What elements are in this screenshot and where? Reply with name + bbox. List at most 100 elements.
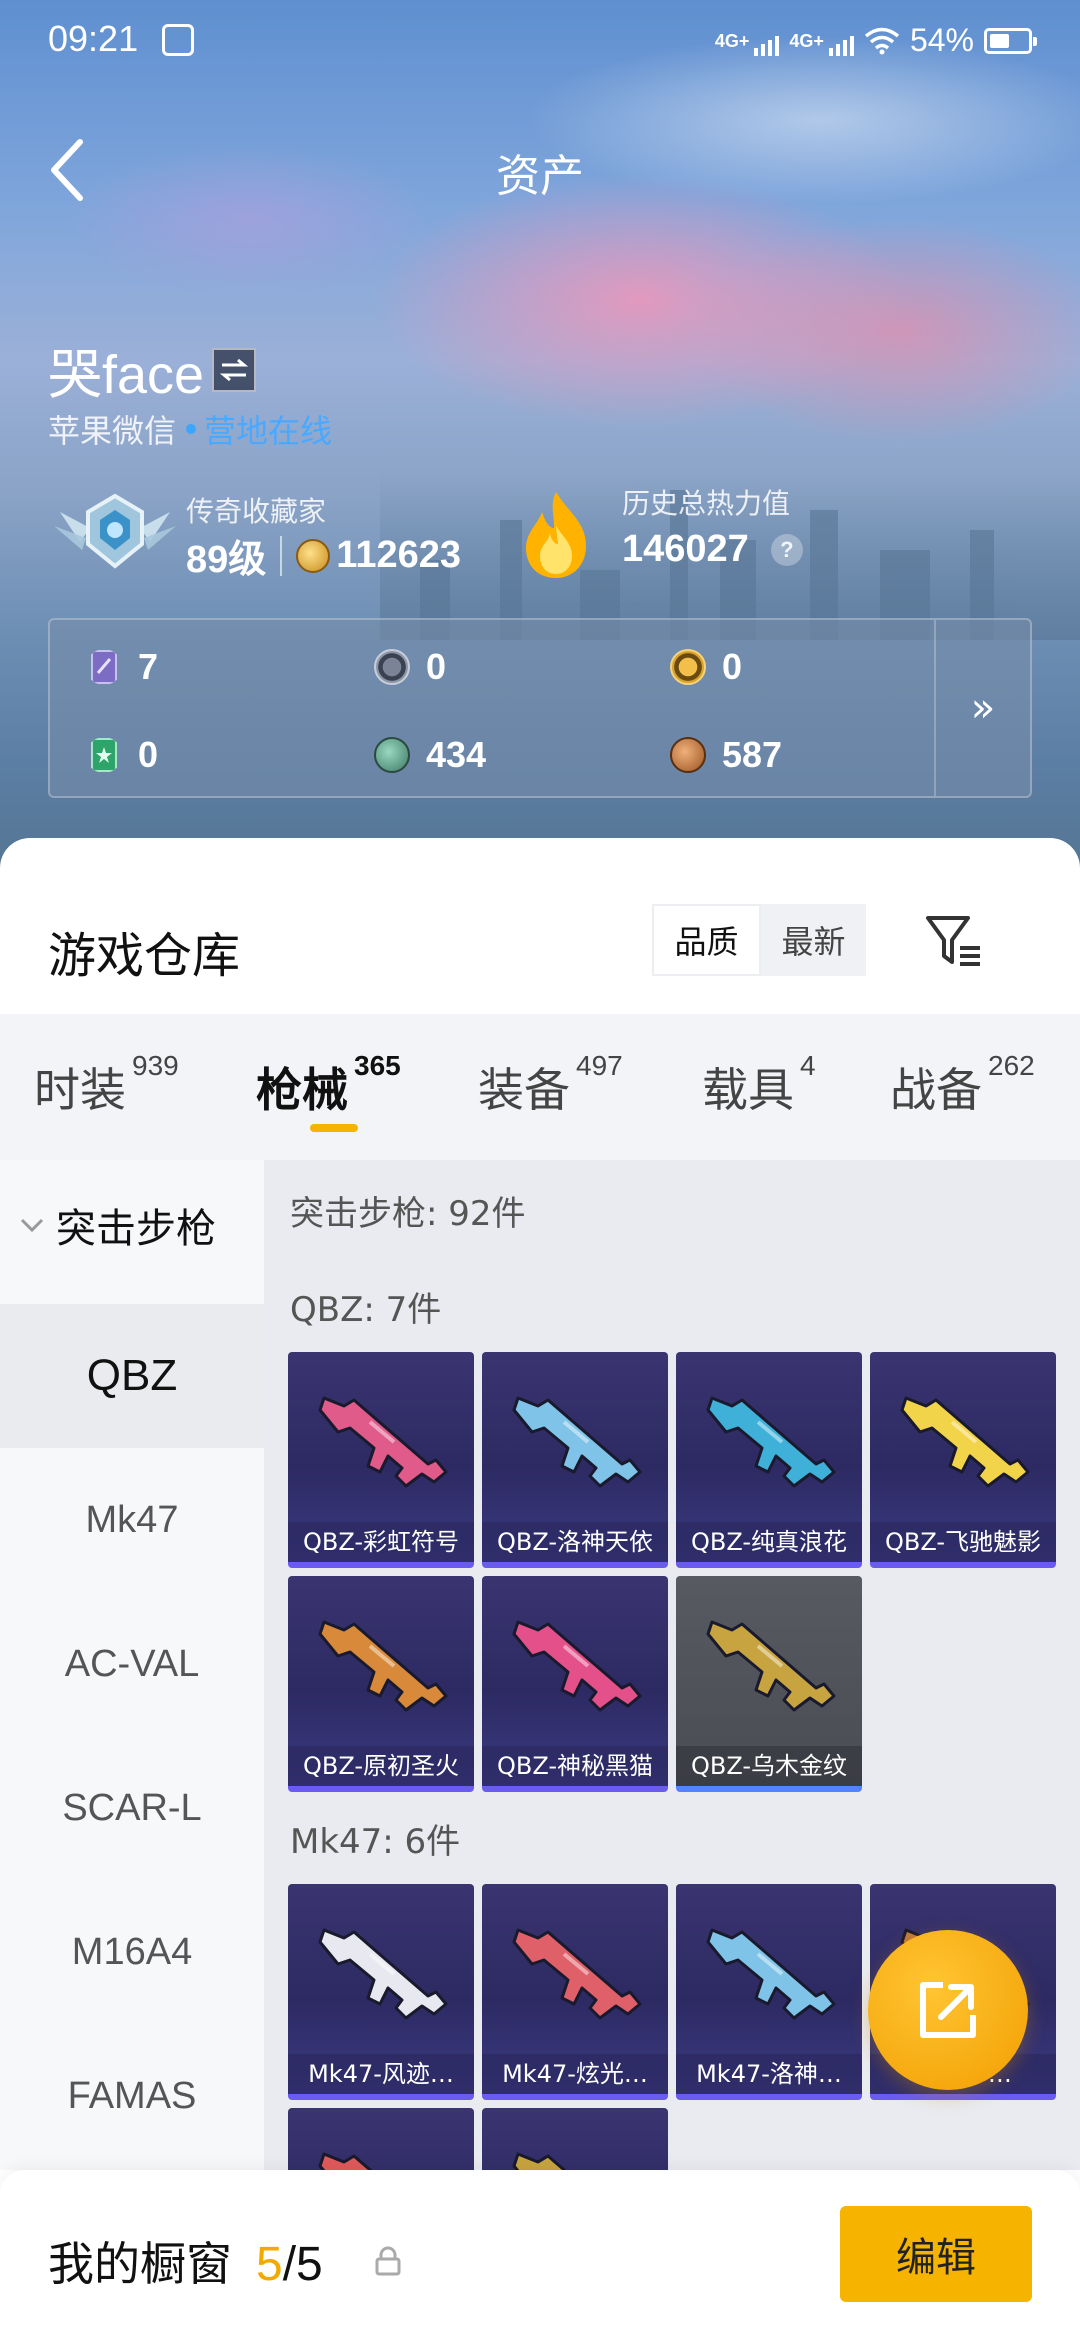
category-item-ac-val[interactable]: AC-VAL	[0, 1592, 264, 1736]
currency-panel[interactable]: 7 0 0 0 434 587 »	[48, 618, 1032, 798]
warehouse-title: 游戏仓库	[48, 928, 241, 984]
showcase-total: /5	[282, 2238, 323, 2291]
tab-count: 939	[132, 1050, 179, 1081]
share-button[interactable]	[868, 1930, 1028, 2090]
category-header[interactable]: 突击步枪	[18, 1196, 216, 1254]
tab-count: 365	[354, 1050, 401, 1081]
currency-value: 0	[722, 646, 743, 687]
currency-value: 0	[138, 734, 159, 775]
filter-icon[interactable]	[924, 914, 984, 970]
rifle-icon	[706, 1928, 836, 2020]
wifi-icon	[864, 27, 900, 54]
edit-button[interactable]: 编辑	[840, 2206, 1032, 2302]
tab-outfit[interactable]: 时装 939	[34, 1050, 179, 1120]
weapon-card[interactable]: QBZ-飞驰魅影	[870, 1352, 1056, 1568]
active-tab-indicator	[310, 1124, 358, 1132]
rifle-icon	[318, 1928, 448, 2020]
showcase-bar: 我的橱窗 5/5 编辑	[0, 2170, 1080, 2340]
sort-quality-button[interactable]: 品质	[652, 904, 761, 976]
weapon-card[interactable]	[482, 2108, 668, 2170]
battery-icon	[984, 27, 1037, 54]
bronze-coin-icon	[670, 737, 706, 773]
tab-label: 时装	[34, 1063, 126, 1117]
profile-name: 哭face	[48, 330, 257, 409]
currency-item: 7	[86, 646, 158, 688]
platform-label: 苹果微信	[48, 412, 177, 450]
tab-count: 497	[576, 1050, 623, 1081]
category-item-mk47[interactable]: Mk47	[0, 1448, 264, 1592]
rank-stats: 89级 112623	[186, 528, 461, 583]
tab-label: 载具	[702, 1063, 794, 1117]
weapon-card-label: Mk47-风迹…	[288, 2054, 474, 2094]
rifle-icon	[900, 1396, 1030, 1488]
online-status[interactable]: 营地在线	[204, 406, 332, 452]
weapon-card[interactable]: QBZ-原初圣火	[288, 1576, 474, 1792]
page-title: 资产	[496, 151, 584, 202]
weapon-card-label: QBZ-彩虹符号	[288, 1522, 474, 1562]
category-item-m16a4[interactable]: M16A4	[0, 1880, 264, 2024]
gold-coin-icon	[670, 649, 706, 685]
signal-icon: 4G+	[715, 32, 780, 56]
rifle-icon	[512, 1396, 642, 1488]
profile-name-text: 哭face	[48, 345, 205, 405]
weapon-card-label: QBZ-纯真浪花	[676, 1522, 862, 1562]
rifle-icon	[512, 2152, 567, 2170]
signal-icon-2: 4G+	[789, 32, 854, 56]
group-title-qbz: QBZ: 7件	[290, 1290, 442, 1330]
share-out-icon	[920, 1982, 976, 2038]
weapon-card[interactable]: QBZ-纯真浪花	[676, 1352, 862, 1568]
weapon-card[interactable]: Mk47-炫光…	[482, 1884, 668, 2100]
weapon-card[interactable]: QBZ-洛神天依	[482, 1352, 668, 1568]
chevron-down-icon	[20, 1218, 44, 1233]
weapon-card[interactable]: QBZ-神秘黑猫	[482, 1576, 668, 1792]
coin-value: 112623	[336, 534, 461, 576]
battery-percent: 54%	[909, 22, 974, 58]
group-title-mk47: Mk47: 6件	[290, 1822, 461, 1862]
tab-count: 4	[800, 1050, 816, 1081]
tab-label: 装备	[478, 1063, 570, 1117]
heat-value: 146027	[622, 528, 749, 570]
divider	[280, 535, 283, 576]
category-item-famas[interactable]: FAMAS	[0, 2024, 264, 2168]
weapon-card[interactable]: Mk47-风迹…	[288, 1884, 474, 2100]
currency-value: 434	[426, 734, 487, 775]
rifle-icon	[512, 1620, 642, 1712]
weapon-card-label: QBZ-原初圣火	[288, 1746, 474, 1786]
showcase-count: 5/5	[256, 2237, 323, 2292]
rifle-icon	[318, 2152, 373, 2170]
flame-icon	[526, 492, 586, 578]
green-orb-icon	[374, 737, 410, 773]
heat-stats: 146027 ?	[622, 528, 803, 571]
switch-account-icon[interactable]	[212, 347, 257, 392]
weapon-card-label: Mk47-炫光…	[482, 2054, 668, 2094]
showcase-label: 我的橱窗 5/5	[48, 2228, 323, 2294]
rifle-icon	[706, 1396, 836, 1488]
category-header-label: 突击步枪	[56, 1206, 216, 1252]
rank-title: 传奇收藏家	[186, 495, 327, 528]
weapon-card-label: Mk47-洛神…	[676, 2054, 862, 2094]
rank-badge-icon[interactable]	[50, 482, 180, 582]
tab-weapons[interactable]: 枪械 365	[256, 1050, 401, 1120]
currency-item: 434	[374, 734, 486, 776]
rifle-icon	[512, 1928, 642, 2020]
category-item-qbz[interactable]: QBZ	[0, 1304, 264, 1448]
tab-vehicles[interactable]: 载具 4	[702, 1050, 816, 1120]
lock-icon	[375, 2246, 401, 2276]
weapon-card[interactable]: Mk47-洛神…	[676, 1884, 862, 2100]
help-icon[interactable]: ?	[770, 533, 803, 566]
sort-latest-button[interactable]: 最新	[761, 904, 866, 976]
tab-label: 战备	[890, 1063, 982, 1117]
category-item-scar-l[interactable]: SCAR-L	[0, 1736, 264, 1880]
rifle-icon	[318, 1620, 448, 1712]
weapon-card[interactable]: QBZ-乌木金纹	[676, 1576, 862, 1792]
rifle-icon	[706, 1620, 836, 1712]
profile-subtitle: 苹果微信 营地在线	[48, 406, 332, 452]
weapon-card-label: QBZ-神秘黑猫	[482, 1746, 668, 1786]
summary-label: 突击步枪: 92件	[290, 1194, 526, 1234]
tab-equipment[interactable]: 装备 497	[478, 1050, 623, 1120]
weapon-card[interactable]	[288, 2108, 474, 2170]
weapon-card[interactable]: QBZ-彩虹符号	[288, 1352, 474, 1568]
expand-currency-button[interactable]: »	[934, 620, 1030, 796]
tab-supplies[interactable]: 战备 262	[890, 1050, 1035, 1120]
currency-value: 0	[426, 646, 447, 687]
